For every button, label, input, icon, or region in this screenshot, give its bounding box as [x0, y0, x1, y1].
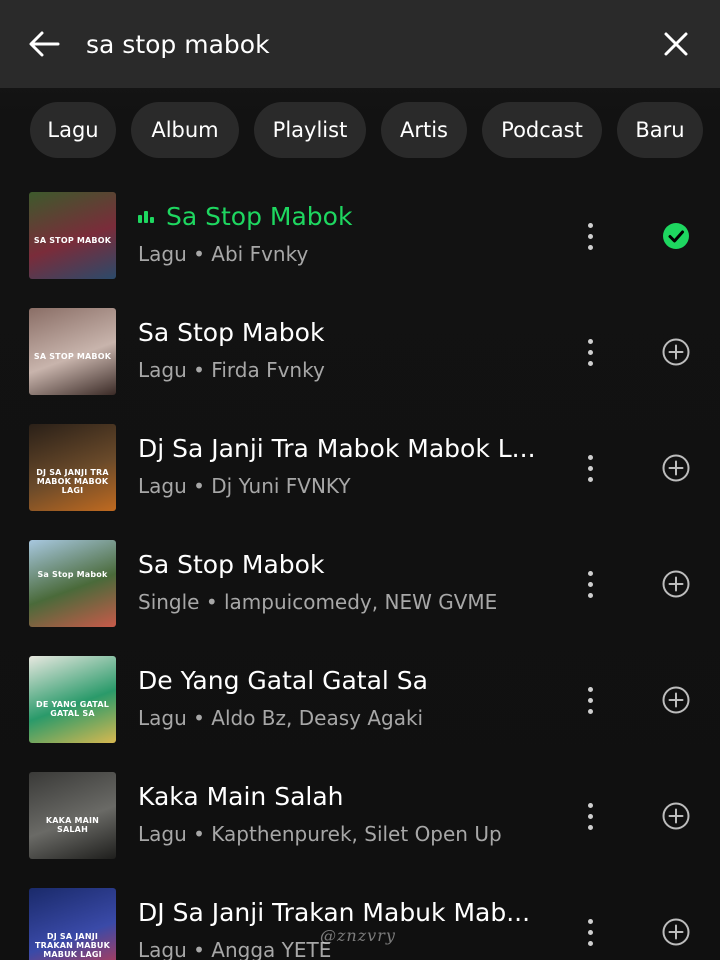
cover-art: DJ SA JANJI TRA MABOK MABOK LAGI	[29, 424, 116, 511]
track-title-text: DJ Sa Janji Trakan Mabuk Mab...	[138, 898, 531, 927]
cover-art-text: DE YANG GATAL GATAL SA	[35, 700, 110, 718]
track-subtitle: Lagu • Dj Yuni FVNKY	[138, 474, 351, 498]
more-options-button[interactable]	[576, 332, 604, 372]
list-item[interactable]: SA STOP MABOK Sa Stop Mabok Lagu • Firda F…	[0, 294, 720, 410]
add-to-library-button[interactable]	[660, 568, 692, 600]
list-item[interactable]: SA STOP MABOK Sa Stop Mabok Lagu • Abi Fvn…	[0, 178, 720, 294]
list-item[interactable]: KAKA MAIN SALAH Kaka Main Salah Lagu • Kap…	[0, 758, 720, 874]
track-title-text: Kaka Main Salah	[138, 782, 344, 811]
cover-art-text: SA STOP MABOK	[33, 352, 112, 361]
added-to-library-button[interactable]	[660, 220, 692, 252]
filter-chips: Lagu Album Playlist Artis Podcast Baru	[0, 100, 720, 160]
more-options-dot-icon	[587, 360, 593, 366]
track-title-text: De Yang Gatal Gatal Sa	[138, 666, 428, 695]
more-options-dot-icon	[587, 686, 593, 692]
cover-art: SA STOP MABOK	[29, 192, 116, 279]
list-item[interactable]: DJ SA JANJI TRAKAN MABUK MABUK LAGI DJ Sa…	[0, 874, 720, 960]
more-options-dot-icon	[587, 708, 593, 714]
track-subtitle: Lagu • Kapthenpurek, Silet Open Up	[138, 822, 502, 846]
plus-circle-icon	[662, 570, 690, 598]
search-header	[0, 0, 720, 88]
clear-search-button[interactable]	[654, 24, 698, 64]
close-icon	[664, 32, 688, 56]
add-to-library-button[interactable]	[660, 916, 692, 948]
plus-circle-icon	[662, 454, 690, 482]
list-item[interactable]: DE YANG GATAL GATAL SA De Yang Gatal Gata…	[0, 642, 720, 758]
watermark-text: @znzvry	[320, 926, 396, 945]
add-to-library-button[interactable]	[660, 684, 692, 716]
cover-art-text: KAKA MAIN SALAH	[45, 816, 100, 834]
more-options-dot-icon	[587, 918, 593, 924]
search-screen: Lagu Album Playlist Artis Podcast Baru S…	[0, 0, 720, 960]
more-options-dot-icon	[587, 476, 593, 482]
more-options-dot-icon	[587, 581, 593, 587]
arrow-left-icon	[29, 31, 60, 57]
more-options-dot-icon	[587, 338, 593, 344]
cover-art-text: DJ SA JANJI TRAKAN MABUK MABUK LAGI	[34, 932, 111, 959]
add-to-library-button[interactable]	[660, 336, 692, 368]
more-options-button[interactable]	[576, 564, 604, 604]
more-options-dot-icon	[587, 349, 593, 355]
track-subtitle: Lagu • Abi Fvnky	[138, 242, 309, 266]
filter-chip-baru[interactable]: Baru	[617, 102, 703, 158]
track-subtitle: Single • lampuicomedy, NEW GVME	[138, 590, 498, 614]
filter-chip-album[interactable]: Album	[131, 102, 239, 158]
track-title: Kaka Main Salah	[138, 780, 558, 814]
track-title: Sa Stop Mabok	[138, 316, 558, 350]
back-button[interactable]	[22, 24, 66, 64]
more-options-button[interactable]	[576, 796, 604, 836]
more-options-dot-icon	[587, 813, 593, 819]
filter-chip-artis[interactable]: Artis	[381, 102, 467, 158]
search-input[interactable]	[86, 22, 626, 66]
now-playing-equalizer-icon	[138, 209, 160, 223]
track-title-text: Dj Sa Janji Tra Mabok Mabok L...	[138, 434, 536, 463]
track-title: Dj Sa Janji Tra Mabok Mabok L...	[138, 432, 558, 466]
more-options-button[interactable]	[576, 448, 604, 488]
more-options-dot-icon	[587, 454, 593, 460]
more-options-button[interactable]	[576, 912, 604, 952]
cover-art-text: DJ SA JANJI TRA MABOK MABOK LAGI	[36, 468, 109, 495]
track-title: De Yang Gatal Gatal Sa	[138, 664, 558, 698]
cover-art: DE YANG GATAL GATAL SA	[29, 656, 116, 743]
more-options-dot-icon	[587, 244, 593, 250]
more-options-dot-icon	[587, 465, 593, 471]
add-to-library-button[interactable]	[660, 800, 692, 832]
filter-chip-playlist[interactable]: Playlist	[254, 102, 366, 158]
cover-art: KAKA MAIN SALAH	[29, 772, 116, 859]
more-options-dot-icon	[587, 570, 593, 576]
track-title: DJ Sa Janji Trakan Mabuk Mab...	[138, 896, 558, 930]
cover-art: DJ SA JANJI TRAKAN MABUK MABUK LAGI	[29, 888, 116, 960]
list-item[interactable]: DJ SA JANJI TRA MABOK MABOK LAGI Dj Sa Ja…	[0, 410, 720, 526]
track-title-text: Sa Stop Mabok	[166, 202, 353, 231]
plus-circle-icon	[662, 918, 690, 946]
plus-circle-icon	[662, 802, 690, 830]
track-title: Sa Stop Mabok	[138, 548, 558, 582]
more-options-dot-icon	[587, 824, 593, 830]
track-title: Sa Stop Mabok	[138, 200, 558, 234]
track-title-text: Sa Stop Mabok	[138, 550, 325, 579]
cover-art-text: Sa Stop Mabok	[37, 570, 108, 579]
check-circle-icon	[663, 223, 689, 249]
track-title-text: Sa Stop Mabok	[138, 318, 325, 347]
more-options-button[interactable]	[576, 216, 604, 256]
more-options-dot-icon	[587, 592, 593, 598]
more-options-dot-icon	[587, 940, 593, 946]
track-subtitle: Lagu • Aldo Bz, Deasy Agaki	[138, 706, 424, 730]
cover-art: Sa Stop Mabok	[29, 540, 116, 627]
list-item[interactable]: Sa Stop Mabok Sa Stop Mabok Single • lampu…	[0, 526, 720, 642]
filter-chip-podcast[interactable]: Podcast	[482, 102, 602, 158]
more-options-button[interactable]	[576, 680, 604, 720]
plus-circle-icon	[662, 338, 690, 366]
cover-art-text: SA STOP MABOK	[33, 236, 112, 245]
more-options-dot-icon	[587, 233, 593, 239]
more-options-dot-icon	[587, 222, 593, 228]
track-subtitle: Lagu • Firda Fvnky	[138, 358, 325, 382]
more-options-dot-icon	[587, 697, 593, 703]
more-options-dot-icon	[587, 929, 593, 935]
plus-circle-icon	[662, 686, 690, 714]
cover-art: SA STOP MABOK	[29, 308, 116, 395]
more-options-dot-icon	[587, 802, 593, 808]
add-to-library-button[interactable]	[660, 452, 692, 484]
filter-chip-lagu[interactable]: Lagu	[30, 102, 116, 158]
